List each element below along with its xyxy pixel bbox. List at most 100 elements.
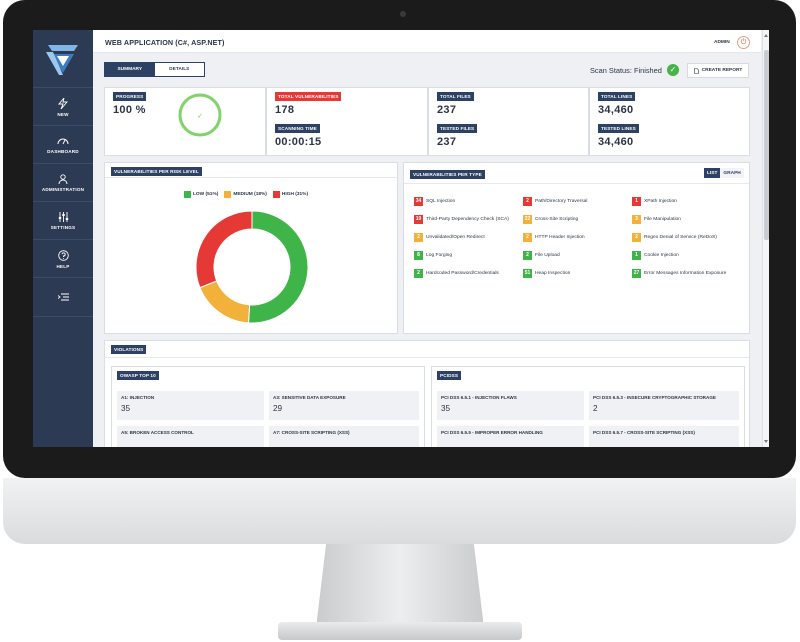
cell-label: PCI DSS 6.5.5 - IMPROPER ERROR HANDLING: [441, 430, 543, 435]
cell-label: PCI DSS 6.5.3 - INSECURE CRYPTOGRAPHIC S…: [593, 395, 716, 400]
monitor-stand-base: [278, 622, 522, 640]
count-badge: 1: [632, 197, 641, 206]
check-icon: ✓: [197, 112, 203, 120]
vulnerability-type-item[interactable]: 19 Third-Party Dependency Check (SCA): [414, 215, 509, 224]
owasp-cell[interactable]: A3: SENSITIVE DATA EXPOSURE 29: [269, 391, 419, 420]
vulnerability-type-item[interactable]: 8 Log Forging: [414, 251, 452, 260]
progress-label: PROGRESS: [113, 92, 147, 101]
pcidss-cell[interactable]: PCI DSS 6.5.3 - INSECURE CRYPTOGRAPHIC S…: [589, 391, 739, 420]
owasp-cell[interactable]: A7: CROSS-SITE SCRIPTING (XSS): [269, 426, 419, 447]
cell-label: PCI DSS 6.5.7 - CROSS-SITE SCRIPTING (XS…: [593, 430, 695, 435]
files-card: TOTAL FILES 237 TESTED FILES 237: [428, 87, 589, 156]
monitor-stand-neck: [316, 544, 484, 628]
vulnerability-type-label: Heap Inspection: [535, 271, 571, 276]
risk-level-panel: VULNERABILITIES PER RISK LEVEL LOW (51%)…: [104, 162, 398, 334]
pcidss-cell[interactable]: PCI DSS 6.5.5 - IMPROPER ERROR HANDLING: [437, 426, 584, 447]
app-logo[interactable]: [33, 30, 93, 87]
legend-label: HIGH (31%): [281, 192, 309, 197]
vulnerability-type-label: SQL Injection: [426, 199, 456, 204]
legend-item-low: LOW (51%): [184, 191, 218, 198]
pcidss-cell[interactable]: PCI DSS 6.5.1 - INJECTION FLAWS 35: [437, 391, 584, 420]
sidebar-item-dashboard[interactable]: DASHBOARD: [33, 125, 93, 164]
create-report-label: CREATE REPORT: [701, 68, 743, 73]
sidebar-item-label: ADMINISTRATION: [41, 187, 85, 192]
total-vulnerabilities-label: TOTAL VULNERABILITIES: [275, 92, 342, 101]
sidebar-item-help[interactable]: HELP: [33, 239, 93, 278]
count-badge: 3: [632, 215, 641, 224]
scroll-down-icon[interactable]: [764, 440, 768, 443]
tab-details[interactable]: DETAILS: [154, 63, 204, 76]
vulnerability-type-label: Hardcoded Password/Credentials: [426, 271, 499, 276]
violations-panel: VIOLATIONS OWASP TOP 10 A1: INJECTION 35…: [104, 340, 750, 447]
sidebar-collapse-toggle[interactable]: [33, 277, 93, 317]
donut-slice-low[interactable]: [247, 210, 309, 324]
donut-slice-medium[interactable]: [199, 280, 251, 324]
vulnerability-type-item[interactable]: 27 Error Messages Information Exposure: [632, 269, 726, 278]
page-scrollbar[interactable]: [762, 30, 769, 447]
vulnerability-type-item[interactable]: 22 Cross-Site Scripting: [523, 215, 578, 224]
count-badge: 2: [523, 251, 532, 260]
pcidss-cell[interactable]: PCI DSS 6.5.7 - CROSS-SITE SCRIPTING (XS…: [589, 426, 739, 447]
toggle-graph[interactable]: GRAPH: [720, 168, 744, 178]
count-badge: 1: [632, 251, 641, 260]
vulnerability-type-item[interactable]: 2 Unvalidated/Open Redirect: [414, 233, 485, 242]
vulnerability-type-label: Unvalidated/Open Redirect: [426, 235, 485, 240]
vulnerability-type-item[interactable]: 1 XPath Injection: [632, 197, 677, 206]
scan-status: Scan Status: Finished: [590, 66, 662, 75]
tested-lines-value: 34,460: [598, 136, 634, 148]
panel-header: [105, 341, 749, 358]
tested-files-value: 237: [437, 136, 457, 148]
vulnerability-type-item[interactable]: 2 Regex Denial of Service (ReDoS): [632, 233, 717, 242]
owasp-cell[interactable]: A1: INJECTION 35: [117, 391, 264, 420]
lightning-icon: [58, 97, 68, 109]
owasp-panel: OWASP TOP 10 A1: INJECTION 35 A3: SENSIT…: [111, 366, 425, 447]
vulnerability-type-item[interactable]: 2 File Upload: [523, 251, 560, 260]
cell-value: 35: [121, 404, 131, 413]
power-icon[interactable]: ⏻: [737, 36, 750, 49]
check-icon: ✓: [667, 64, 679, 76]
sidebar-item-label: SETTINGS: [50, 225, 76, 230]
page-title: WEB APPLICATION (C#, ASP.NET): [105, 38, 225, 47]
pcidss-title: PCIDSS: [437, 371, 462, 380]
count-badge: 2: [523, 197, 532, 206]
vulnerability-type-label: File Upload: [535, 253, 560, 258]
vulnerability-type-item[interactable]: 3 File Manipulation: [632, 215, 681, 224]
count-badge: 2: [632, 233, 641, 242]
toggle-list[interactable]: LIST: [704, 168, 721, 178]
sidebar-item-label: HELP: [56, 263, 70, 269]
owasp-cell[interactable]: A5: BROKEN ACCESS CONTROL: [117, 426, 264, 447]
vulnerability-type-label: Third-Party Dependency Check (SCA): [426, 217, 509, 222]
lines-card: TOTAL LINES 34,460 TESTED LINES 34,460: [589, 87, 750, 156]
donut-slice-high[interactable]: [195, 210, 253, 289]
user-name[interactable]: ADMIN: [714, 40, 730, 45]
tab-summary[interactable]: SUMMARY: [105, 63, 155, 76]
vulnerability-type-title: VULNERABILITIES PER TYPE: [410, 170, 485, 179]
vulnerability-type-item[interactable]: 51 Heap Inspection: [523, 269, 570, 278]
count-badge: 34: [414, 197, 423, 206]
scroll-up-icon[interactable]: [764, 34, 768, 37]
sidebar-item-new[interactable]: NEW: [33, 87, 93, 126]
create-report-button[interactable]: CREATE REPORT: [687, 63, 749, 78]
cell-label: A5: BROKEN ACCESS CONTROL: [121, 430, 194, 435]
vulnerability-type-item[interactable]: 2 Path/Directory Traversal: [523, 197, 587, 206]
vulnerability-type-item[interactable]: 1 Cookie Injection: [632, 251, 679, 260]
cell-value: 29: [273, 404, 283, 413]
progress-card: PROGRESS 100 % ✓: [104, 87, 266, 156]
scroll-thumb[interactable]: [764, 50, 769, 240]
vulnerability-type-item[interactable]: 34 SQL Injection: [414, 197, 455, 206]
total-files-label: TOTAL FILES: [437, 92, 474, 101]
sliders-icon: [58, 212, 68, 222]
legend-swatch: [272, 191, 280, 198]
count-badge: 2: [414, 269, 423, 278]
main-content: WEB APPLICATION (C#, ASP.NET) ADMIN ⏻ SU…: [93, 30, 761, 447]
vulnerability-type-label: XPath Injection: [644, 199, 677, 204]
vulnerability-type-label: Regex Denial of Service (ReDoS): [644, 235, 717, 240]
vulnerability-type-item[interactable]: 2 HTTP Header Injection: [523, 233, 585, 242]
sidebar-item-settings[interactable]: SETTINGS: [33, 201, 93, 240]
tested-files-label: TESTED FILES: [437, 124, 478, 133]
sidebar-item-administration[interactable]: ADMINISTRATION: [33, 163, 93, 202]
chart-legend: LOW (51%) MEDIUM (18%) HIGH (31%): [184, 191, 308, 198]
risk-donut-chart: [195, 210, 309, 324]
sidebar-item-label: DASHBOARD: [47, 149, 79, 154]
vulnerability-type-item[interactable]: 2 Hardcoded Password/Credentials: [414, 269, 499, 278]
